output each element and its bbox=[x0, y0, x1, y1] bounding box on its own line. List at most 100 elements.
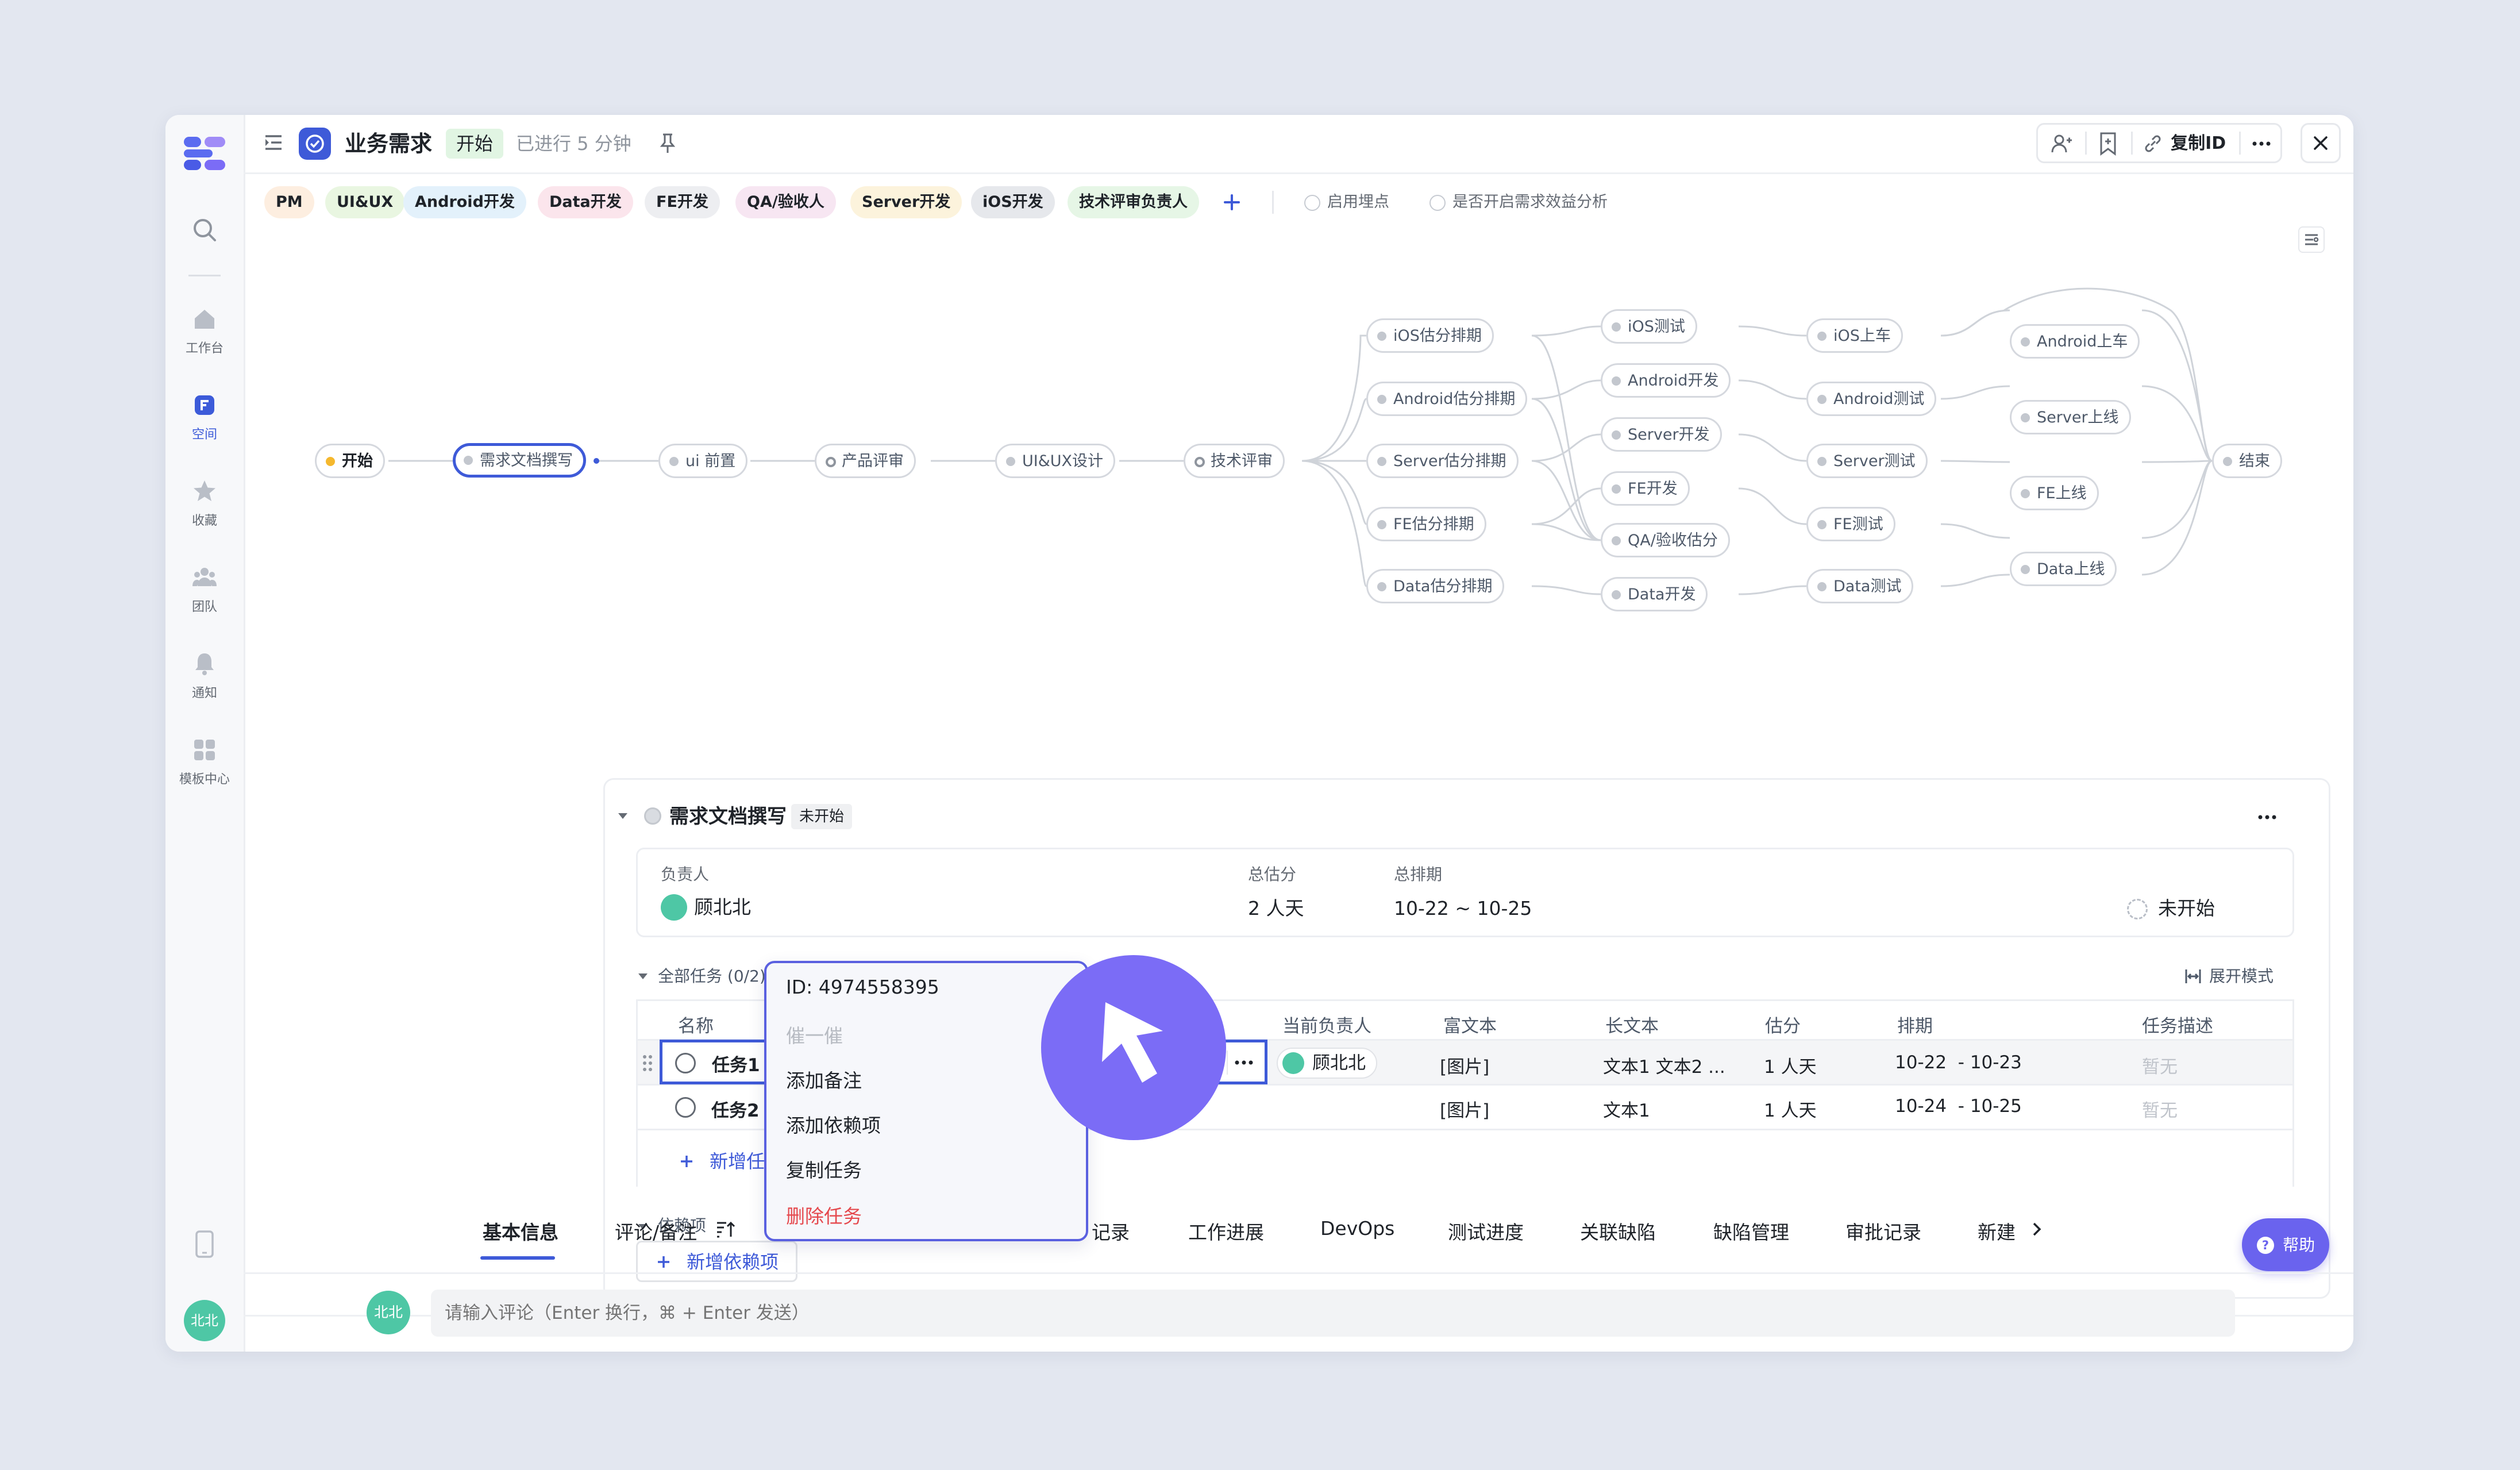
node-label: 开始 bbox=[342, 452, 373, 470]
long-text-cell[interactable]: 文本1 文本2 ... bbox=[1603, 1052, 1725, 1078]
flow-node-ios-test[interactable]: iOS测试 bbox=[1601, 309, 1697, 344]
tab-comments[interactable]: 评论/备注 bbox=[615, 1217, 697, 1245]
column-header: 排期 bbox=[1897, 1016, 1933, 1037]
status-dot bbox=[1377, 457, 1386, 466]
status-dot bbox=[1195, 457, 1205, 467]
tab-devops[interactable]: DevOps bbox=[1320, 1217, 1394, 1240]
owner-chip[interactable]: 顾北北 bbox=[1277, 1048, 1377, 1079]
app-window: 工作台 空间 收藏 团队 通知 模板中心 北北 业务需求 开始 已进行 5 分钟… bbox=[165, 115, 2353, 1352]
tab-bug-management[interactable]: 缺陷管理 bbox=[1713, 1217, 1789, 1245]
flow-node-server-launch[interactable]: Server上线 bbox=[2010, 400, 2131, 434]
tab-basic-info[interactable]: 基本信息 bbox=[483, 1217, 558, 1245]
description-cell[interactable]: 暂无 bbox=[2142, 1096, 2178, 1122]
sort-icon[interactable] bbox=[714, 1218, 737, 1241]
add-dependency-button[interactable]: 新增依赖项 bbox=[636, 1241, 798, 1282]
flow-node-data-estimate[interactable]: Data估分排期 bbox=[1366, 569, 1505, 603]
chevron-right-icon[interactable] bbox=[2027, 1219, 2047, 1239]
flow-node-data-dev[interactable]: Data开发 bbox=[1601, 577, 1708, 611]
status-dot bbox=[326, 457, 335, 466]
flow-node-android-dev[interactable]: Android开发 bbox=[1601, 363, 1731, 398]
estimate-cell[interactable]: 1 人天 bbox=[1764, 1096, 1817, 1122]
rich-text-cell[interactable]: [图片] bbox=[1440, 1096, 1489, 1122]
flow-node-fe-estimate[interactable]: FE估分排期 bbox=[1366, 507, 1486, 541]
menu-item-delete-task[interactable]: 删除任务 bbox=[786, 1201, 862, 1229]
status-dot bbox=[826, 457, 836, 467]
status-dot bbox=[464, 456, 473, 465]
schedule-cell[interactable]: 10-24 - 10-25 bbox=[1895, 1096, 2022, 1117]
menu-item-add-dependency[interactable]: 添加依赖项 bbox=[786, 1110, 881, 1138]
flow-node-qa-estimate[interactable]: QA/验收估分 bbox=[1601, 523, 1730, 557]
sidebar-item-templates[interactable]: 模板中心 bbox=[165, 737, 244, 787]
flow-node-ios-release[interactable]: iOS上车 bbox=[1806, 318, 1903, 353]
task-name: 任务2 bbox=[711, 1100, 760, 1121]
expand-icon[interactable] bbox=[2183, 966, 2203, 987]
status-dot bbox=[1377, 332, 1386, 341]
tab-related-bugs[interactable]: 关联缺陷 bbox=[1580, 1217, 1656, 1245]
drag-handle-icon[interactable] bbox=[641, 1053, 654, 1073]
tab-test-progress[interactable]: 测试进度 bbox=[1448, 1217, 1524, 1245]
flow-node-android-estimate[interactable]: Android估分排期 bbox=[1366, 382, 1528, 416]
chevron-down-icon[interactable] bbox=[615, 809, 630, 823]
flow-node-tech-review[interactable]: 技术评审 bbox=[1184, 444, 1285, 478]
task-name: 任务1 bbox=[712, 1055, 760, 1076]
chevron-down-icon[interactable] bbox=[636, 969, 650, 983]
schedule-value[interactable]: 10-22 ~ 10-25 bbox=[1394, 895, 1532, 922]
flow-node-product-review[interactable]: 产品评审 bbox=[815, 444, 916, 478]
node-label: iOS测试 bbox=[1628, 318, 1685, 336]
more-icon[interactable] bbox=[2253, 809, 2282, 826]
estimate-cell[interactable]: 1 人天 bbox=[1764, 1052, 1817, 1078]
flow-node-start[interactable]: 开始 bbox=[315, 444, 385, 478]
status-dot bbox=[2021, 565, 2030, 574]
row-more-icon[interactable] bbox=[1227, 1050, 1258, 1075]
flow-node-android-release[interactable]: Android上车 bbox=[2010, 324, 2140, 359]
column-header: 名称 bbox=[678, 1016, 714, 1037]
status-dot bbox=[1612, 430, 1621, 440]
tab-work-progress[interactable]: 工作进展 bbox=[1188, 1217, 1264, 1245]
status-dot bbox=[1612, 484, 1621, 494]
node-label: Server测试 bbox=[1833, 452, 1916, 470]
node-label: Data测试 bbox=[1833, 578, 1902, 595]
flow-node-end[interactable]: 结束 bbox=[2212, 444, 2282, 478]
flow-node-data-test[interactable]: Data测试 bbox=[1806, 569, 1914, 603]
node-label: FE上线 bbox=[2037, 484, 2087, 502]
flow-node-ios-estimate[interactable]: iOS估分排期 bbox=[1366, 318, 1494, 353]
flow-node-server-test[interactable]: Server测试 bbox=[1806, 444, 1928, 478]
mobile-icon[interactable] bbox=[194, 1230, 215, 1259]
comment-input[interactable] bbox=[431, 1290, 2235, 1337]
flow-node-fe-launch[interactable]: FE上线 bbox=[2010, 476, 2099, 510]
node-label: UI&UX设计 bbox=[1022, 452, 1104, 470]
menu-item-copy-task[interactable]: 复制任务 bbox=[786, 1155, 862, 1183]
status-dot bbox=[644, 807, 661, 825]
tab-records[interactable]: 记录 bbox=[1092, 1217, 1130, 1245]
long-text-cell[interactable]: 文本1 bbox=[1603, 1096, 1650, 1122]
user-avatar[interactable]: 北北 bbox=[184, 1300, 225, 1341]
status-dot bbox=[1612, 322, 1621, 332]
task-checkbox[interactable] bbox=[675, 1053, 696, 1073]
tab-new[interactable]: 新建 bbox=[1978, 1217, 2016, 1245]
owner-name[interactable]: 顾北北 bbox=[694, 894, 751, 921]
node-label: 产品评审 bbox=[842, 452, 904, 470]
status-dot bbox=[1817, 332, 1827, 341]
schedule-cell[interactable]: 10-22 - 10-23 bbox=[1895, 1052, 2022, 1073]
flow-node-uiux-design[interactable]: UI&UX设计 bbox=[995, 444, 1116, 478]
tab-approvals[interactable]: 审批记录 bbox=[1845, 1217, 1921, 1245]
task-checkbox[interactable] bbox=[675, 1097, 696, 1118]
flow-node-server-estimate[interactable]: Server估分排期 bbox=[1366, 444, 1519, 478]
flow-node-data-launch[interactable]: Data上线 bbox=[2010, 552, 2117, 586]
flow-node-requirement-doc[interactable]: 需求文档撰写 bbox=[453, 443, 586, 478]
menu-item-add-note[interactable]: 添加备注 bbox=[786, 1065, 862, 1093]
status-dot bbox=[1817, 395, 1827, 404]
rich-text-cell[interactable]: [图片] bbox=[1440, 1052, 1489, 1078]
flow-node-fe-dev[interactable]: FE开发 bbox=[1601, 471, 1690, 506]
plus-icon bbox=[681, 1155, 692, 1167]
node-label: iOS上车 bbox=[1833, 327, 1891, 345]
expand-mode-button[interactable]: 展开模式 bbox=[2209, 965, 2274, 988]
flow-node-fe-test[interactable]: FE测试 bbox=[1806, 507, 1895, 541]
help-button[interactable]: ? 帮助 bbox=[2242, 1218, 2329, 1271]
flow-node-server-dev[interactable]: Server开发 bbox=[1601, 417, 1722, 452]
description-cell[interactable]: 暂无 bbox=[2142, 1052, 2178, 1078]
flow-node-android-test[interactable]: Android测试 bbox=[1806, 382, 1937, 416]
flow-node-ui-pre[interactable]: ui 前置 bbox=[658, 444, 748, 478]
state-label[interactable]: 未开始 bbox=[2158, 895, 2215, 922]
status-dot bbox=[1612, 376, 1621, 386]
